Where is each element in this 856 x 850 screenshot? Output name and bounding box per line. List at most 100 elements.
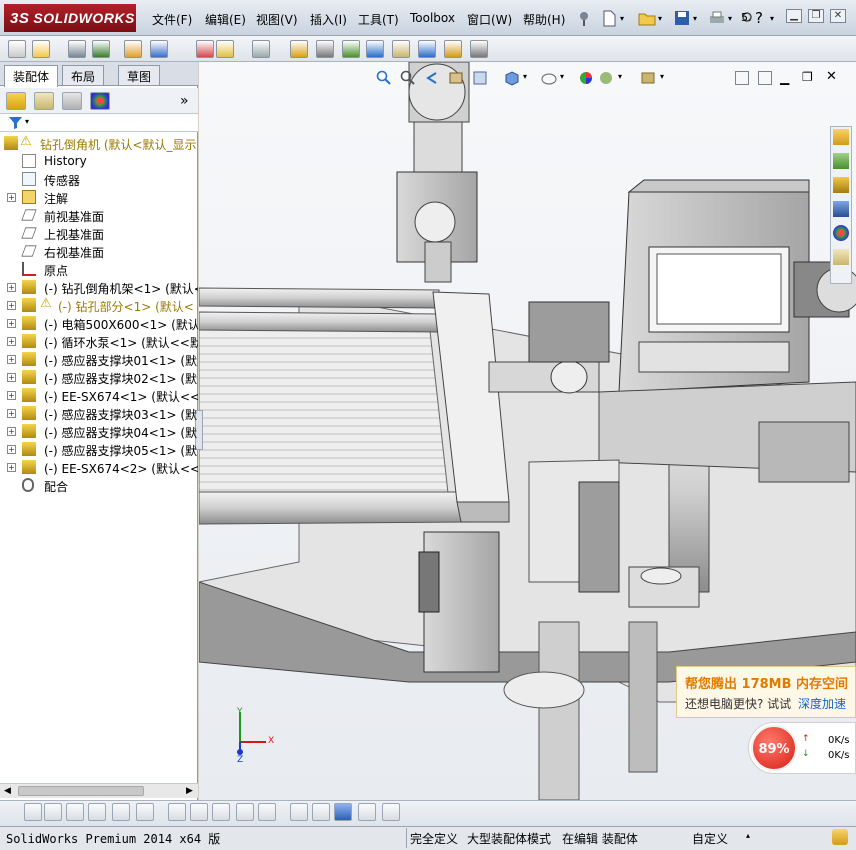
tab-layout[interactable]: 布局 xyxy=(62,65,105,85)
viewport-close-icon[interactable]: ✕ xyxy=(826,69,837,84)
memory-percent-ball[interactable]: 89% xyxy=(751,725,797,771)
tree-item[interactable]: + (-) EE-SX674<2> (默认<<默 xyxy=(0,458,198,476)
expand-toggle-icon[interactable]: + xyxy=(7,319,16,328)
rectangle-icon[interactable] xyxy=(236,803,254,821)
menu-item-2[interactable]: 视图(V) xyxy=(256,11,298,28)
tree-item[interactable]: 上视基准面 xyxy=(0,224,198,242)
menu-item-0[interactable]: 文件(F) xyxy=(152,11,192,28)
cube-view-icon[interactable] xyxy=(334,803,352,821)
expand-toggle-icon[interactable]: + xyxy=(7,283,16,292)
appearance-icon[interactable] xyxy=(578,70,594,86)
dimension-icon[interactable] xyxy=(258,803,276,821)
minimize-icon[interactable]: ▁ xyxy=(786,9,802,23)
save-icon[interactable] xyxy=(673,9,691,27)
tree-item[interactable]: 右视基准面 xyxy=(0,242,198,260)
close-icon[interactable]: ✕ xyxy=(830,9,846,23)
trim-icon[interactable] xyxy=(112,803,130,821)
circle-icon[interactable] xyxy=(44,803,62,821)
line-icon[interactable] xyxy=(66,803,84,821)
tree-item[interactable]: History xyxy=(0,152,198,170)
exploded-view-icon[interactable] xyxy=(392,40,410,58)
expand-toggle-icon[interactable]: + xyxy=(7,337,16,346)
menu-item-6[interactable]: 窗口(W) xyxy=(467,11,512,28)
viewport-split-h-icon[interactable] xyxy=(735,71,749,85)
view-settings-icon[interactable] xyxy=(640,70,656,86)
view-palette-icon[interactable] xyxy=(833,201,849,217)
tree-item[interactable]: 配合 xyxy=(0,476,198,494)
file-explorer-icon[interactable] xyxy=(833,177,849,193)
expand-toggle-icon[interactable]: + xyxy=(7,193,16,202)
tree-item[interactable]: 原点 xyxy=(0,260,198,278)
solidworks-resources-icon[interactable] xyxy=(833,129,849,145)
tab-assembly[interactable]: 装配体 xyxy=(4,65,59,87)
interference-icon[interactable] xyxy=(444,40,462,58)
zoom-to-fit-icon[interactable] xyxy=(376,70,392,86)
expand-toggle-icon[interactable]: + xyxy=(7,445,16,454)
expand-toggle-icon[interactable]: + xyxy=(7,301,16,310)
restore-icon[interactable]: ❐ xyxy=(808,9,824,23)
display-style-dropdown-icon[interactable]: ▾ xyxy=(560,72,564,81)
split-view-icon[interactable] xyxy=(358,803,376,821)
memory-popup[interactable]: 帮您腾出 178MB 内存空间 还想电脑更快? 试试 深度加速 xyxy=(676,666,856,718)
linear-pattern-icon[interactable] xyxy=(150,40,168,58)
corner-icon[interactable] xyxy=(212,803,230,821)
tree-item[interactable]: + (-) 感应器支撑块05<1> (默 xyxy=(0,440,198,458)
tree-root-assembly[interactable]: ⚠ 钻孔倒角机 (默认<默认_显示 xyxy=(0,134,198,152)
scene-dropdown-icon[interactable]: ▾ xyxy=(618,72,622,81)
filter-dropdown-icon[interactable]: ▾ xyxy=(25,117,29,126)
pin-icon[interactable] xyxy=(575,9,593,27)
tree-item[interactable]: + (-) 感应器支撑块01<1> (默 xyxy=(0,350,198,368)
feature-manager-icon[interactable] xyxy=(6,92,26,110)
viewport-split-v-icon[interactable] xyxy=(758,71,772,85)
design-library-icon[interactable] xyxy=(833,153,849,169)
popup-accelerate-link[interactable]: 深度加速 xyxy=(798,695,846,712)
open-icon[interactable] xyxy=(32,40,50,58)
print-icon[interactable] xyxy=(708,9,726,27)
mate-icon[interactable] xyxy=(124,40,142,58)
menu-item-7[interactable]: 帮助(H) xyxy=(523,11,565,28)
scroll-right-arrow[interactable]: ▶ xyxy=(186,786,193,796)
move-component-icon[interactable] xyxy=(216,40,234,58)
assembly-features-icon[interactable] xyxy=(290,40,308,58)
open-dropdown-icon[interactable]: ▾ xyxy=(658,14,662,23)
units-dropdown-icon[interactable]: ▴ xyxy=(746,831,750,840)
reference-geometry-icon[interactable] xyxy=(316,40,334,58)
display-style-icon[interactable] xyxy=(540,70,558,86)
polygon-icon[interactable] xyxy=(88,803,106,821)
tab-sketch[interactable]: 草图 xyxy=(118,65,161,85)
instant3d-icon[interactable] xyxy=(470,40,488,58)
zoom-area-icon[interactable] xyxy=(400,70,416,86)
solidworks-logo[interactable]: 3S SOLIDWORKS xyxy=(4,4,136,32)
tree-item[interactable]: 传感器 xyxy=(0,170,198,188)
insert-components-icon[interactable] xyxy=(92,40,110,58)
display-manager-icon[interactable] xyxy=(90,92,110,110)
tree-item[interactable]: + 注解 xyxy=(0,188,198,206)
smart-fasteners-icon[interactable] xyxy=(196,40,214,58)
view-orientation-dropdown-icon[interactable]: ▾ xyxy=(523,72,527,81)
scene-icon[interactable] xyxy=(598,70,614,86)
scroll-thumb[interactable] xyxy=(18,786,144,796)
rebuild-status-icon[interactable] xyxy=(832,829,848,845)
expand-toggle-icon[interactable]: + xyxy=(7,409,16,418)
help-dropdown-icon[interactable]: ▾ xyxy=(770,14,774,23)
tree-horizontal-scrollbar[interactable]: ◀ ▶ xyxy=(0,783,198,798)
view-orientation-icon[interactable] xyxy=(503,70,521,86)
new-motion-study-icon[interactable] xyxy=(342,40,360,58)
tree-item[interactable]: + (-) 钻孔倒角机架<1> (默认< xyxy=(0,278,198,296)
expand-toggle-icon[interactable]: + xyxy=(7,373,16,382)
status-units-custom[interactable]: 自定义 xyxy=(692,830,728,847)
expand-toggle-icon[interactable]: + xyxy=(7,391,16,400)
fillet-icon[interactable] xyxy=(168,803,186,821)
open-folder-icon[interactable] xyxy=(638,9,656,27)
angle-icon[interactable] xyxy=(312,803,330,821)
point-icon[interactable] xyxy=(24,803,42,821)
menu-item-3[interactable]: 插入(I) xyxy=(310,11,347,28)
panel-expand-arrow[interactable]: » xyxy=(180,93,189,109)
expand-toggle-icon[interactable]: + xyxy=(7,427,16,436)
tree-item[interactable]: + (-) 感应器支撑块04<1> (默 xyxy=(0,422,198,440)
save-dropdown-icon[interactable]: ▾ xyxy=(693,14,697,23)
tree-item[interactable]: + (-) 电箱500X600<1> (默认< xyxy=(0,314,198,332)
new-part-icon[interactable] xyxy=(8,40,26,58)
new-dropdown-icon[interactable]: ▾ xyxy=(620,14,624,23)
extend-icon[interactable] xyxy=(136,803,154,821)
